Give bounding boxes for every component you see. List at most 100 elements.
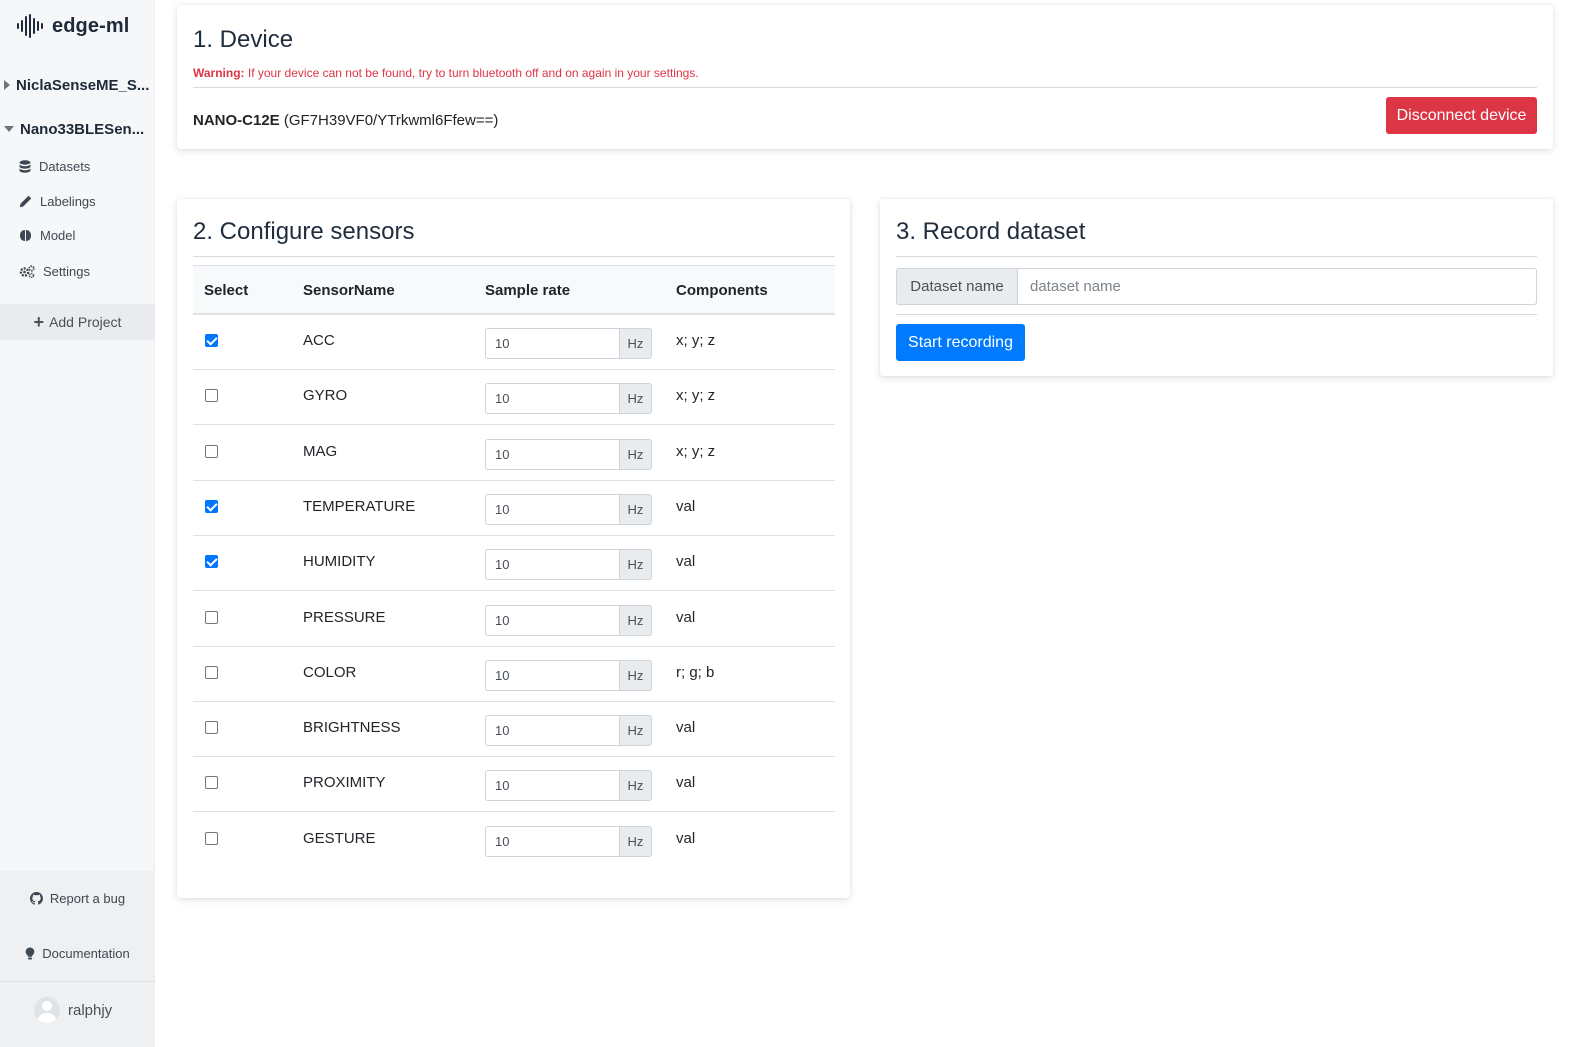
sensors-title: 2. Configure sensors xyxy=(193,218,415,245)
sidebar-item-settings[interactable]: Settings xyxy=(19,260,90,282)
divider xyxy=(193,87,1537,88)
sensor-components: val xyxy=(676,497,696,515)
sample-rate-group: Hz xyxy=(485,383,652,415)
sensor-components: val xyxy=(676,719,696,737)
waveform-icon xyxy=(17,14,43,38)
sensor-components: val xyxy=(676,774,696,792)
sensor-name: HUMIDITY xyxy=(303,553,376,571)
sample-rate-unit: Hz xyxy=(619,493,652,525)
sensor-select-checkbox[interactable] xyxy=(205,721,218,735)
sensor-components: x; y; z xyxy=(676,442,716,460)
sensor-components: x; y; z xyxy=(676,332,716,349)
lightbulb-icon xyxy=(25,947,35,960)
sample-rate-group: Hz xyxy=(485,549,652,581)
sensor-select-checkbox[interactable] xyxy=(205,444,218,458)
connected-device: NANO-C12E (GF7H39VF0/YTrkwml6Ffew==) xyxy=(193,112,498,129)
sample-rate-input[interactable] xyxy=(485,715,619,747)
sensor-select-checkbox[interactable] xyxy=(205,334,218,347)
column-header-sample-rate: Sample rate xyxy=(485,282,571,299)
sensor-name: MAG xyxy=(303,442,338,460)
report-bug-label: Report a bug xyxy=(49,891,126,906)
brand[interactable]: edge-ml xyxy=(16,12,129,40)
record-title: 3. Record dataset xyxy=(896,218,1086,245)
divider xyxy=(193,256,835,257)
sample-rate-group: Hz xyxy=(485,715,652,747)
warning-label: Warning: xyxy=(193,66,245,80)
github-icon xyxy=(29,892,43,905)
add-project-label: Add Project xyxy=(49,314,122,330)
sample-rate-input[interactable] xyxy=(485,438,619,470)
table-row: GYRO Hz x; y; z xyxy=(193,370,835,426)
sidebar: edge-ml NiclaSenseME_S... Nano33BLESen..… xyxy=(0,0,155,1047)
sensor-name: PROXIMITY xyxy=(303,774,386,792)
sample-rate-group: Hz xyxy=(485,604,652,636)
divider xyxy=(896,314,1537,315)
sidebar-item-label: Datasets xyxy=(39,158,91,174)
sidebar-item-datasets[interactable]: Datasets xyxy=(19,155,90,177)
documentation-link[interactable]: Documentation xyxy=(0,946,155,961)
sensor-components: r; g; b xyxy=(676,663,715,681)
gears-icon xyxy=(19,264,35,278)
sidebar-project-nano33blesense[interactable]: Nano33BLESen... xyxy=(4,117,152,141)
avatar xyxy=(34,997,60,1023)
sidebar-item-labelings[interactable]: Labelings xyxy=(19,190,96,212)
bluetooth-warning: Warning: If your device can not be found… xyxy=(193,66,699,80)
sample-rate-group: Hz xyxy=(485,770,652,802)
device-id: (GF7H39VF0/YTrkwml6Ffew==) xyxy=(279,112,499,129)
documentation-label: Documentation xyxy=(42,946,130,961)
sensor-components: val xyxy=(676,608,696,626)
sensor-components: x; y; z xyxy=(676,387,716,405)
user-profile[interactable]: ralphjy xyxy=(34,997,112,1023)
sensor-name: ACC xyxy=(303,332,335,349)
sensor-select-checkbox[interactable] xyxy=(205,610,218,624)
sensor-name: GYRO xyxy=(303,387,348,405)
sample-rate-input[interactable] xyxy=(485,770,619,802)
sample-rate-input[interactable] xyxy=(485,659,619,691)
pencil-icon xyxy=(19,195,32,207)
start-recording-button[interactable]: Start recording xyxy=(896,324,1025,361)
sample-rate-unit: Hz xyxy=(619,770,652,802)
table-row: GESTURE Hz val xyxy=(193,813,835,868)
sensor-select-checkbox[interactable] xyxy=(205,389,218,403)
column-header-select: Select xyxy=(204,282,249,299)
sample-rate-unit: Hz xyxy=(619,715,652,747)
sensor-select-checkbox[interactable] xyxy=(205,665,218,679)
sensor-select-checkbox[interactable] xyxy=(205,831,218,845)
sample-rate-input[interactable] xyxy=(485,493,619,525)
project-name: NiclaSenseME_S... xyxy=(16,76,150,94)
sample-rate-input[interactable] xyxy=(485,604,619,636)
sensor-select-checkbox[interactable] xyxy=(205,499,218,513)
table-row: MAG Hz x; y; z xyxy=(193,426,835,481)
plus-icon: + xyxy=(33,312,45,332)
caret-down-icon xyxy=(4,126,14,132)
sensor-name: GESTURE xyxy=(303,829,376,847)
sensor-select-checkbox[interactable] xyxy=(205,555,218,569)
sidebar-item-model[interactable]: Model xyxy=(19,224,75,246)
device-name: NANO-C12E xyxy=(193,112,280,129)
report-bug-link[interactable]: Report a bug xyxy=(0,891,155,906)
database-icon xyxy=(19,159,31,173)
table-row: BRIGHTNESS Hz val xyxy=(193,702,835,758)
sample-rate-group: Hz xyxy=(485,328,652,359)
sample-rate-group: Hz xyxy=(485,493,652,525)
sensor-name: BRIGHTNESS xyxy=(303,719,401,737)
sample-rate-input[interactable] xyxy=(485,383,619,415)
table-row: TEMPERATURE Hz val xyxy=(193,481,835,536)
add-project-button[interactable]: + Add Project xyxy=(0,304,155,340)
sample-rate-input[interactable] xyxy=(485,549,619,581)
sample-rate-unit: Hz xyxy=(619,549,652,581)
divider xyxy=(896,256,1537,257)
table-row: HUMIDITY Hz val xyxy=(193,536,835,592)
sensor-select-checkbox[interactable] xyxy=(205,776,218,790)
table-row: PROXIMITY Hz val xyxy=(193,757,835,813)
dataset-name-input[interactable] xyxy=(1017,268,1537,305)
sample-rate-input[interactable] xyxy=(485,328,619,359)
brain-icon xyxy=(20,229,31,241)
sample-rate-group: Hz xyxy=(485,825,652,857)
record-dataset-card: 3. Record dataset Dataset name Start rec… xyxy=(880,199,1553,376)
disconnect-device-button[interactable]: Disconnect device xyxy=(1386,97,1537,134)
sidebar-project-niclasenseme[interactable]: NiclaSenseME_S... xyxy=(4,73,152,97)
sample-rate-group: Hz xyxy=(485,438,652,470)
sample-rate-input[interactable] xyxy=(485,825,619,857)
sample-rate-unit: Hz xyxy=(619,383,652,415)
